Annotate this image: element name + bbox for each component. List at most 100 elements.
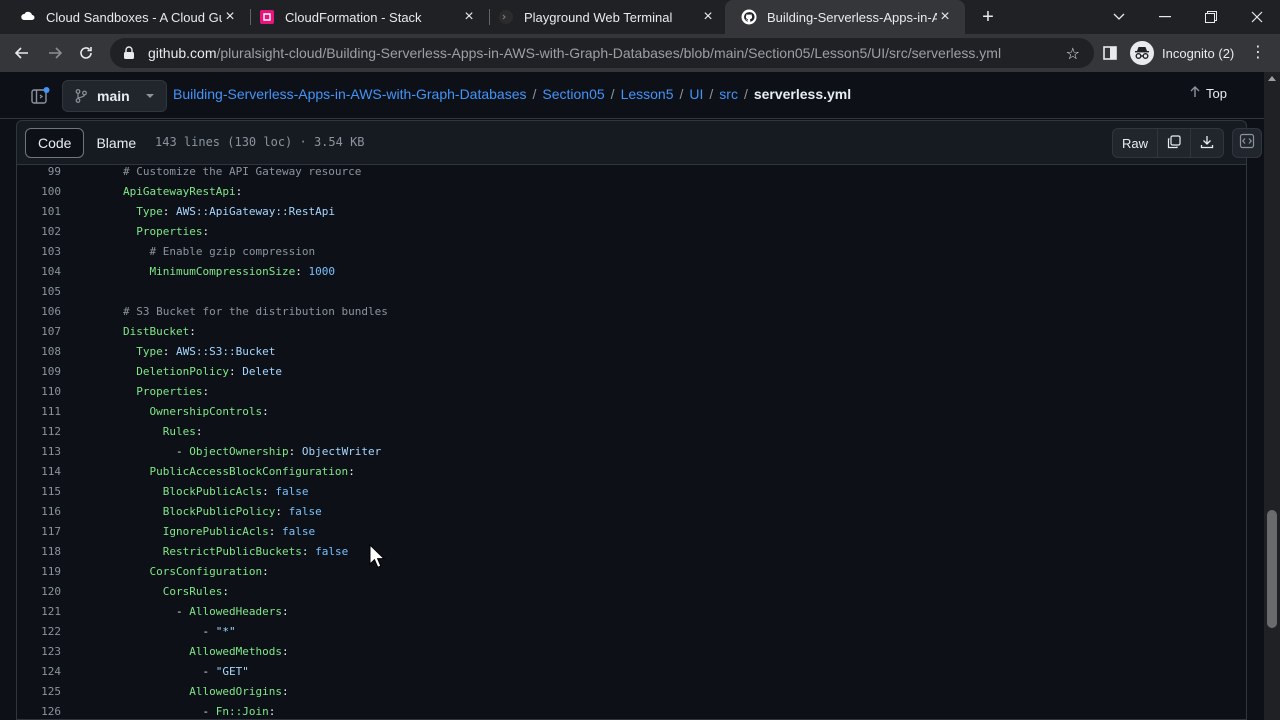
- line-number[interactable]: 113: [17, 445, 61, 458]
- line-number[interactable]: 118: [17, 545, 61, 558]
- branch-selector[interactable]: main: [62, 80, 167, 112]
- address-bar[interactable]: github.com/pluralsight-cloud/Building-Se…: [110, 38, 1094, 68]
- code-token: ObjectOwnership: [189, 444, 289, 458]
- close-icon[interactable]: ×: [700, 8, 716, 26]
- forward-arrow-icon[interactable]: [41, 39, 69, 67]
- symbols-panel-button[interactable]: [1232, 128, 1263, 158]
- line-number[interactable]: 123: [17, 645, 61, 658]
- github-icon: [741, 9, 757, 25]
- code-text: Properties:: [61, 225, 209, 238]
- line-number[interactable]: 125: [17, 685, 61, 698]
- line-number[interactable]: 115: [17, 485, 61, 498]
- line-number[interactable]: 122: [17, 625, 61, 638]
- tab-code[interactable]: Code: [25, 128, 85, 158]
- code-token: # S3 Bucket for the distribution bundles: [123, 304, 388, 318]
- code-text: AllowedMethods:: [61, 644, 289, 658]
- code-text: DeletionPolicy: Delete: [61, 365, 282, 378]
- file-info: 143 lines (130 loc) · 3.54 KB: [155, 135, 365, 149]
- breadcrumb-repo-link[interactable]: Building-Serverless-Apps-in-AWS-with-Gra…: [173, 86, 527, 102]
- line-number[interactable]: 108: [17, 345, 61, 358]
- scroll-up-arrow-icon[interactable]: [1268, 76, 1276, 81]
- line-number[interactable]: 124: [17, 665, 61, 678]
- code-token: false: [288, 504, 322, 518]
- line-number[interactable]: 111: [17, 405, 61, 418]
- code-text: BlockPublicPolicy: false: [61, 505, 322, 518]
- code-token: ApiGatewayRestApi: [123, 184, 236, 198]
- mouse-cursor-icon: [369, 544, 385, 568]
- code-token: :: [268, 704, 276, 718]
- line-number[interactable]: 103: [17, 245, 61, 258]
- download-raw-button[interactable]: [1191, 129, 1223, 157]
- code-token: Type: [136, 344, 163, 358]
- code-text: # S3 Bucket for the distribution bundles: [61, 305, 388, 318]
- line-number[interactable]: 106: [17, 305, 61, 318]
- code-text: - AllowedHeaders:: [61, 605, 289, 618]
- code-token: PublicAccessBlockConfiguration: [149, 464, 349, 478]
- copy-raw-button[interactable]: [1158, 129, 1192, 157]
- line-number[interactable]: 114: [17, 465, 61, 478]
- code-viewer[interactable]: 99 # Customize the API Gateway resource 10…: [16, 164, 1247, 720]
- line-number[interactable]: 101: [17, 205, 61, 218]
- close-window-icon[interactable]: [1234, 0, 1280, 34]
- scrollbar-thumb[interactable]: [1267, 510, 1277, 628]
- code-token: :: [281, 644, 289, 658]
- line-number[interactable]: 116: [17, 505, 61, 518]
- line-number[interactable]: 109: [17, 365, 61, 378]
- bookmark-star-icon[interactable]: ☆: [1066, 44, 1080, 64]
- close-icon[interactable]: ×: [461, 8, 477, 26]
- close-icon[interactable]: ×: [222, 8, 238, 26]
- incognito-profile-button[interactable]: Incognito (2): [1130, 40, 1234, 66]
- line-number[interactable]: 100: [17, 185, 61, 198]
- tab-blame[interactable]: Blame: [84, 128, 148, 158]
- code-token: "*": [215, 624, 236, 638]
- line-number[interactable]: 120: [17, 585, 61, 598]
- breadcrumb-ui-link[interactable]: UI: [689, 86, 703, 102]
- reload-icon[interactable]: [72, 39, 100, 67]
- file-header: Code Blame 143 lines (130 loc) · 3.54 KB…: [16, 120, 1263, 164]
- page-scrollbar[interactable]: [1264, 72, 1280, 720]
- code-line: 114 PublicAccessBlockConfiguration:: [17, 461, 1246, 481]
- line-number[interactable]: 110: [17, 385, 61, 398]
- close-icon[interactable]: ×: [937, 8, 953, 26]
- line-number[interactable]: 99: [17, 165, 61, 178]
- line-number[interactable]: 121: [17, 605, 61, 618]
- minimize-icon[interactable]: [1142, 0, 1188, 34]
- back-arrow-icon[interactable]: [8, 39, 36, 67]
- code-token: :: [195, 424, 203, 438]
- browser-tab-strip: Cloud Sandboxes - A Cloud Guru × CloudFo…: [0, 0, 1280, 34]
- code-line: 124 - "GET": [17, 661, 1246, 681]
- code-line: 102 Properties:: [17, 221, 1246, 241]
- side-panel-icon[interactable]: [1100, 43, 1120, 63]
- code-token: # Enable gzip compression: [149, 244, 316, 258]
- line-number[interactable]: 104: [17, 265, 61, 278]
- code-token: :: [202, 224, 210, 238]
- line-number[interactable]: 112: [17, 425, 61, 438]
- breadcrumb-src-link[interactable]: src: [719, 86, 738, 102]
- code-token: AllowedMethods: [189, 644, 282, 658]
- code-token: :: [262, 404, 269, 418]
- line-number[interactable]: 105: [17, 285, 61, 298]
- site-info-icon[interactable]: [122, 46, 136, 60]
- restore-icon[interactable]: [1188, 0, 1234, 34]
- line-number[interactable]: 117: [17, 525, 61, 538]
- breadcrumb-lesson5-link[interactable]: Lesson5: [621, 86, 674, 102]
- browser-tab-2[interactable]: CloudFormation - Stack ×: [243, 0, 489, 34]
- arrow-up-icon: [1190, 86, 1200, 101]
- raw-button[interactable]: Raw: [1113, 129, 1159, 157]
- line-number[interactable]: 119: [17, 565, 61, 578]
- line-number[interactable]: 126: [17, 705, 61, 718]
- breadcrumb-section05-link[interactable]: Section05: [542, 86, 604, 102]
- code-token: Delete: [242, 364, 282, 378]
- new-tab-plus-icon[interactable]: +: [977, 5, 999, 29]
- line-number[interactable]: 107: [17, 325, 61, 338]
- tab-search-chevron-icon[interactable]: [1096, 0, 1142, 34]
- browser-tab-1[interactable]: Cloud Sandboxes - A Cloud Guru ×: [4, 0, 250, 34]
- file-tree-toggle-icon[interactable]: [30, 86, 50, 106]
- scroll-to-top-button[interactable]: Top: [1190, 86, 1227, 101]
- browser-tab-4-active[interactable]: Building-Serverless-Apps-in-AWS ×: [725, 0, 965, 34]
- line-number[interactable]: 102: [17, 225, 61, 238]
- browser-tab-3[interactable]: Playground Web Terminal ×: [482, 0, 728, 34]
- browser-tab-title: Cloud Sandboxes - A Cloud Guru: [46, 9, 222, 25]
- code-token: CorsRules: [162, 584, 223, 598]
- chrome-menu-icon[interactable]: ⋮: [1250, 43, 1266, 63]
